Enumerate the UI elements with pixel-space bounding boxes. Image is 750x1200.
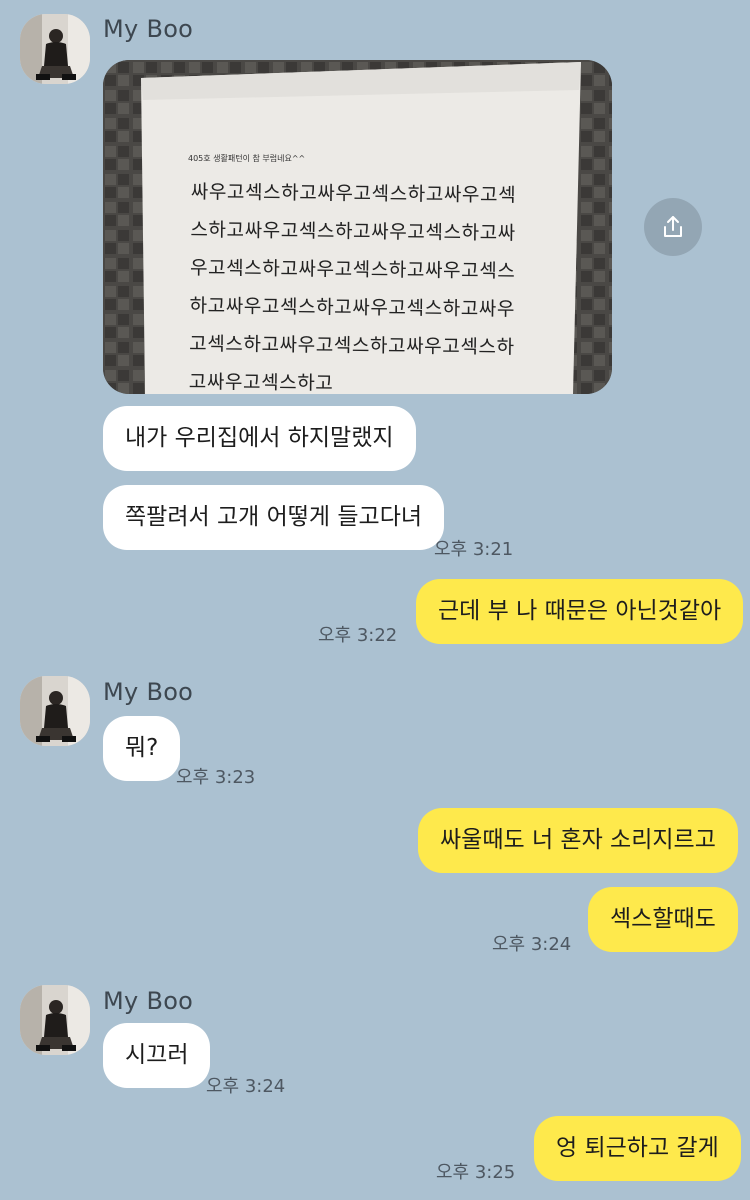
share-button[interactable] xyxy=(644,198,702,256)
message-bubble-outgoing[interactable]: 싸울때도 너 혼자 소리지르고 xyxy=(418,808,738,873)
timestamp: 오후 3:23 xyxy=(176,767,256,788)
timestamp: 오후 3:22 xyxy=(318,625,398,646)
note-line: 고섹스하고싸우고섹스하고싸우고섹스하 xyxy=(189,332,515,359)
sender-name: My Boo xyxy=(103,678,194,706)
message-bubble-incoming[interactable]: 뭐? xyxy=(103,716,181,781)
sender-name: My Boo xyxy=(103,15,194,43)
message-bubble-incoming[interactable]: 시끄러 xyxy=(103,1023,211,1088)
sender-name: My Boo xyxy=(103,987,194,1015)
shared-photo[interactable]: 405호 생활패턴이 참 부럽네요^^ 싸우고섹스하고싸우고섹스하고싸우고섹 스… xyxy=(103,60,612,394)
note-line: 우고섹스하고싸우고섹스하고싸우고섹스 xyxy=(189,256,516,283)
message-bubble-incoming[interactable]: 쪽팔려서 고개 어떻게 들고다녀 xyxy=(103,485,445,550)
share-icon xyxy=(664,216,682,237)
message-bubble-outgoing[interactable]: 근데 부 나 때문은 아닌것같아 xyxy=(416,579,744,644)
note-line: 스하고싸우고섹스하고싸우고섹스하고싸 xyxy=(190,218,516,245)
timestamp: 오후 3:25 xyxy=(436,1162,516,1183)
message-bubble-outgoing[interactable]: 섹스할때도 xyxy=(588,887,738,952)
timestamp: 오후 3:24 xyxy=(206,1076,286,1097)
avatar[interactable] xyxy=(20,676,90,746)
message-bubble-outgoing[interactable]: 엉 퇴근하고 갈게 xyxy=(534,1116,741,1181)
timestamp: 오후 3:24 xyxy=(492,934,572,955)
note-line: 싸우고섹스하고싸우고섹스하고싸우고섹 xyxy=(190,180,517,207)
avatar[interactable] xyxy=(20,14,90,84)
note-caption: 405호 생활패턴이 참 부럽네요^^ xyxy=(188,154,306,163)
note-line: 고싸우고섹스하고 xyxy=(188,370,334,394)
profile-photo-icon xyxy=(20,676,90,746)
timestamp: 오후 3:21 xyxy=(434,539,514,560)
avatar[interactable] xyxy=(20,985,90,1055)
note-line: 하고싸우고섹스하고싸우고섹스하고싸우 xyxy=(189,294,516,321)
profile-photo-icon xyxy=(20,985,90,1055)
message-bubble-incoming[interactable]: 내가 우리집에서 하지말랬지 xyxy=(103,406,416,471)
profile-photo-icon xyxy=(20,14,90,84)
